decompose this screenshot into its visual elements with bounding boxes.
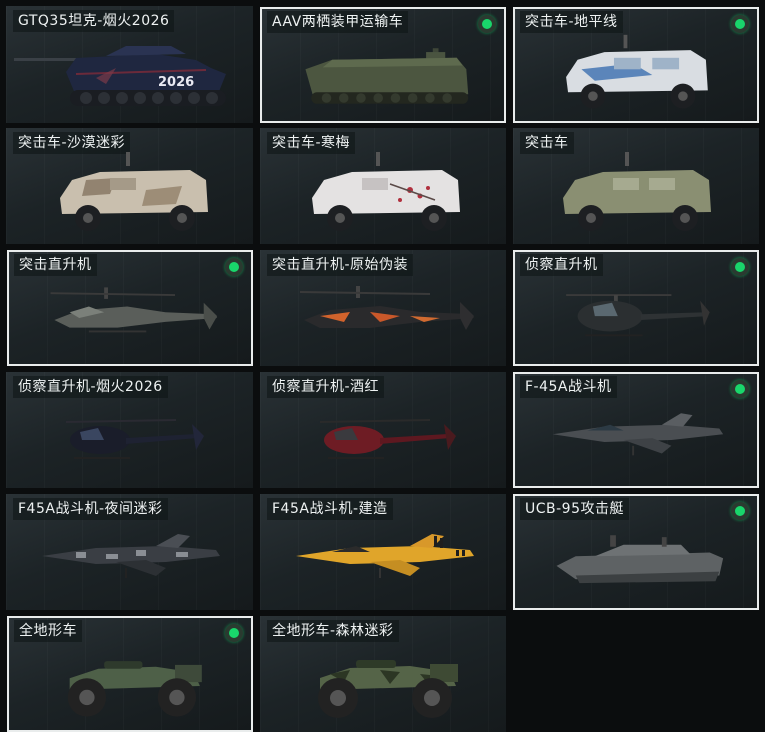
assault-vehicle-icon [6,150,253,244]
scout-helicopter-icon [6,394,253,488]
vehicle-card-attack-helicopter[interactable]: 突击直升机 [7,250,253,366]
vehicle-card-gtq35-tank-fireworks[interactable]: GTQ35坦克-烟火2026 2026 [6,6,253,123]
vehicle-card-assault-vehicle-desert[interactable]: 突击车-沙漠迷彩 [6,128,253,244]
vehicle-card-assault-vehicle-horizon[interactable]: 突击车-地平线 [513,7,759,123]
vehicle-skin-grid: GTQ35坦克-烟火2026 2026 AAV两栖装甲运输车 突击车-地平线 突… [0,0,765,732]
vehicle-label: 侦察直升机 [520,254,603,276]
assault-vehicle-icon [513,150,759,244]
assault-vehicle-icon [260,150,506,244]
vehicle-card-scout-helicopter[interactable]: 侦察直升机 [513,250,759,366]
vehicle-card-f45a-fighter[interactable]: F-45A战斗机 [513,372,759,488]
scout-helicopter-icon [515,274,757,364]
vehicle-card-aav-amphibious[interactable]: AAV两栖装甲运输车 [260,7,506,123]
vehicle-card-f45a-construction[interactable]: F45A战斗机-建造 [260,494,506,610]
assault-vehicle-icon [515,31,757,121]
fighter-jet-icon [260,516,506,610]
attack-helicopter-icon [260,272,506,366]
vehicle-card-atv[interactable]: 全地形车 [7,616,253,732]
attack-boat-icon [515,518,757,608]
fighter-jet-icon [515,396,757,486]
vehicle-card-assault-vehicle-plum[interactable]: 突击车-寒梅 [260,128,506,244]
vehicle-card-attack-helicopter-primal[interactable]: 突击直升机-原始伪装 [260,250,506,366]
tank-icon: 2026 [6,28,253,123]
vehicle-card-atv-forest-camo[interactable]: 全地形车-森林迷彩 [260,616,506,732]
vehicle-label: F-45A战斗机 [520,376,617,398]
tank-decal-text: 2026 [158,75,194,90]
vehicle-label: 突击车-地平线 [520,11,623,33]
vehicle-card-f45a-night-camo[interactable]: F45A战斗机-夜间迷彩 [6,494,253,610]
fighter-jet-icon [6,516,253,610]
scout-helicopter-icon [260,394,506,488]
vehicle-label: 突击直升机 [14,254,97,276]
amphibious-vehicle-icon [262,31,504,121]
vehicle-label: 全地形车 [14,620,82,642]
atv-icon [9,640,251,730]
vehicle-card-assault-vehicle[interactable]: 突击车 [513,128,759,244]
vehicle-card-scout-helicopter-wine-red[interactable]: 侦察直升机-酒红 [260,372,506,488]
vehicle-label: UCB-95攻击艇 [520,498,629,520]
atv-icon [260,638,506,732]
vehicle-card-ucb95-attack-boat[interactable]: UCB-95攻击艇 [513,494,759,610]
attack-helicopter-icon [9,274,251,364]
vehicle-card-scout-helicopter-fireworks[interactable]: 侦察直升机-烟火2026 [6,372,253,488]
vehicle-label: AAV两栖装甲运输车 [267,11,409,33]
